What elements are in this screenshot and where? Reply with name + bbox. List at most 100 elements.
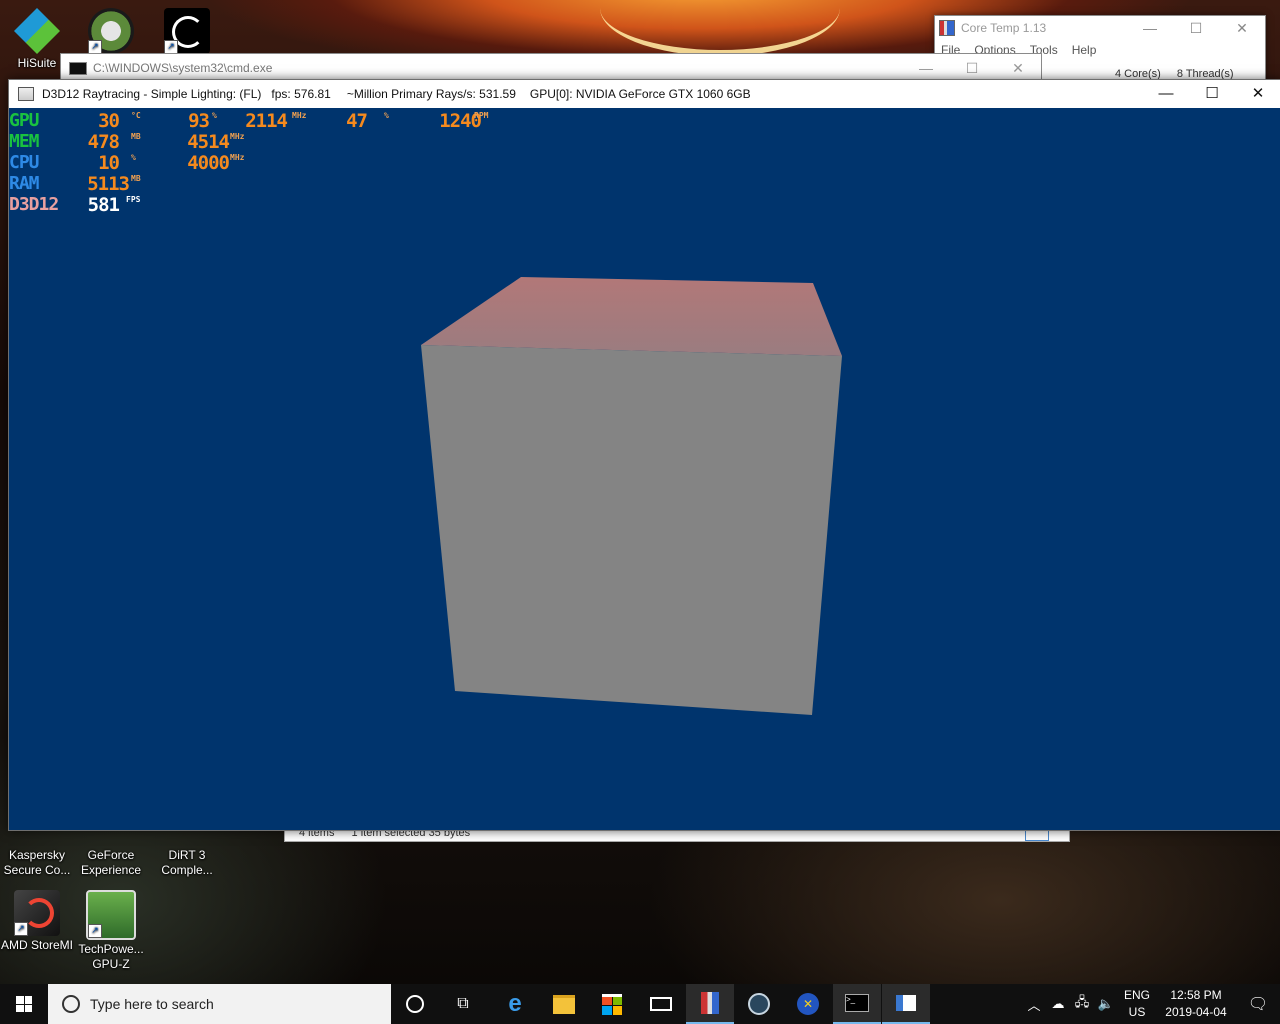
- taskbar-xbox-app[interactable]: ✕: [784, 984, 832, 1024]
- desktop-icon-amd-storemi[interactable]: ↗ AMD StoreMI: [0, 890, 74, 953]
- coretemp-icon: [701, 992, 719, 1014]
- desktop-icon-gpuz[interactable]: ↗ TechPowe... GPU-Z: [74, 890, 148, 972]
- minimize-button[interactable]: —: [903, 54, 949, 82]
- osd-label: RAM: [9, 173, 39, 194]
- task-view-button[interactable]: ⧉: [439, 984, 487, 1024]
- taskbar-coretemp[interactable]: [686, 984, 734, 1024]
- menu-help[interactable]: Help: [1072, 43, 1097, 57]
- osd-value: 5113: [87, 173, 130, 195]
- osd-unit: %: [131, 153, 136, 162]
- osd-value: 581: [87, 194, 120, 216]
- desktop-icon-label: Secure Co...: [3, 863, 71, 877]
- cortana-icon: [406, 995, 424, 1013]
- windows-logo-icon: [16, 996, 32, 1012]
- search-icon: [62, 995, 80, 1013]
- keyboard-layout: US: [1128, 1005, 1146, 1019]
- taskbar-clock[interactable]: 12:58 PM 2019-04-04: [1156, 987, 1236, 1021]
- fps-readout: fps: 576.81: [271, 87, 331, 101]
- cube-top-face: [421, 277, 842, 356]
- network-icon[interactable]: 🖧: [1070, 993, 1094, 1015]
- window-app-icon: [18, 87, 34, 101]
- desktop-icon-label: TechPowe...: [78, 942, 144, 956]
- taskbar-mail[interactable]: [637, 984, 685, 1024]
- osd-label: D3D12: [9, 194, 59, 215]
- shortcut-arrow-icon: ↗: [164, 40, 178, 54]
- store-icon: [602, 993, 622, 1015]
- desktop-icon-geforce[interactable]: GeForce Experience: [74, 836, 148, 878]
- cmd-titlebar[interactable]: C:\WINDOWS\system32\cmd.exe: [61, 54, 1041, 82]
- window-app-icon: [896, 995, 916, 1011]
- cortana-button[interactable]: [391, 984, 439, 1024]
- language-code: ENG: [1123, 988, 1150, 1002]
- osd-value: 2114: [245, 110, 288, 132]
- osd-unit: FPS: [126, 195, 141, 204]
- close-button[interactable]: ✕: [995, 54, 1041, 82]
- wallpaper-eclipse: [600, 0, 840, 56]
- close-button[interactable]: ✕: [1235, 80, 1280, 108]
- cube-front-face: [421, 345, 842, 715]
- gpuz-icon: ↗: [86, 890, 136, 940]
- desktop-icon-label: DiRT 3: [168, 848, 206, 862]
- taskbar-steam[interactable]: [735, 984, 783, 1024]
- osd-value: 4514: [187, 131, 230, 153]
- maximize-button[interactable]: ☐: [1173, 16, 1219, 40]
- minimize-button[interactable]: —: [1143, 80, 1189, 108]
- osd-value: 1240: [439, 110, 482, 132]
- osd-value: 30: [98, 110, 120, 132]
- desktop-icon-label: HiSuite: [17, 56, 57, 70]
- start-button[interactable]: [0, 984, 48, 1024]
- ring-app-icon: ↗: [164, 8, 210, 54]
- search-placeholder: Type here to search: [90, 996, 214, 1012]
- osd-unit: °C: [131, 111, 141, 120]
- x-app-icon: ✕: [797, 993, 819, 1015]
- amd-storemi-icon: ↗: [14, 890, 60, 936]
- taskbar-cmd[interactable]: >_: [833, 984, 881, 1024]
- hisuite-icon: [14, 8, 60, 54]
- steam-icon: [748, 993, 770, 1015]
- task-view-icon: ⧉: [457, 995, 469, 1012]
- close-button[interactable]: ✕: [1219, 16, 1265, 40]
- taskbar-file-explorer[interactable]: [540, 984, 588, 1024]
- osd-value: 4000: [187, 152, 230, 174]
- osd-value: 10: [98, 152, 120, 174]
- action-center-icon[interactable]: 🗨: [1236, 994, 1280, 1014]
- desktop-icon-label: Kaspersky: [8, 848, 66, 862]
- maximize-button[interactable]: ☐: [1189, 80, 1235, 108]
- language-indicator[interactable]: ENG US: [1118, 987, 1156, 1021]
- taskbar-edge[interactable]: e: [491, 984, 539, 1024]
- taskbar-store[interactable]: [588, 984, 636, 1024]
- desktop-icon-kaspersky[interactable]: Kaspersky Secure Co...: [0, 836, 74, 878]
- d3d12-window[interactable]: D3D12 Raytracing - Simple Lighting: (FL)…: [8, 79, 1280, 831]
- desktop-icon-shortcut[interactable]: ↗: [74, 8, 148, 56]
- clock-time: 12:58 PM: [1170, 988, 1222, 1002]
- coretemp-app-icon: [939, 20, 955, 36]
- desktop-icon-label: AMD StoreMI: [0, 938, 73, 952]
- shortcut-arrow-icon: ↗: [88, 924, 102, 938]
- desktop-icon-dirt3[interactable]: DiRT 3 Comple...: [150, 836, 224, 878]
- folder-icon: [553, 994, 575, 1014]
- desktop-icon-label: GeForce: [87, 848, 135, 862]
- show-hidden-icons-icon[interactable]: ︿: [1022, 995, 1046, 1014]
- taskbar-search-box[interactable]: Type here to search: [48, 984, 391, 1024]
- desktop-icon-ring-app[interactable]: ↗: [150, 8, 224, 56]
- osd-unit: RPM: [474, 111, 489, 120]
- system-tray: ︿ ☁ 🖧 🔈 ENG US 12:58 PM 2019-04-04 🗨: [1022, 984, 1280, 1024]
- shortcut-arrow-icon: ↗: [88, 40, 102, 54]
- desktop-icon-label: Comple...: [161, 863, 213, 877]
- mail-icon: [650, 997, 672, 1011]
- desktop-icon-label: Experience: [80, 863, 142, 877]
- render-viewport[interactable]: GPU 30 °C 93% 2114 MHz 47% 1240 RPM MEM 478 MB 4514 M…: [9, 108, 1280, 830]
- osd-label: GPU: [9, 110, 39, 131]
- desktop-icon-label: GPU-Z: [92, 957, 130, 971]
- gpu-readout: GPU[0]: NVIDIA GeForce GTX 1060 6GB: [529, 87, 751, 101]
- onedrive-icon[interactable]: ☁: [1046, 996, 1070, 1012]
- taskbar-d3d12-app[interactable]: [882, 984, 930, 1024]
- raytraced-cube: [421, 277, 842, 715]
- osd-unit: MHz: [230, 132, 245, 141]
- minimize-button[interactable]: —: [1127, 16, 1173, 40]
- d3d12-titlebar[interactable]: D3D12 Raytracing - Simple Lighting: (FL)…: [9, 80, 1280, 108]
- shortcut-arrow-icon: ↗: [14, 922, 28, 936]
- osd-unit: MB: [131, 174, 141, 183]
- volume-icon[interactable]: 🔈: [1094, 996, 1118, 1012]
- maximize-button[interactable]: ☐: [949, 54, 995, 82]
